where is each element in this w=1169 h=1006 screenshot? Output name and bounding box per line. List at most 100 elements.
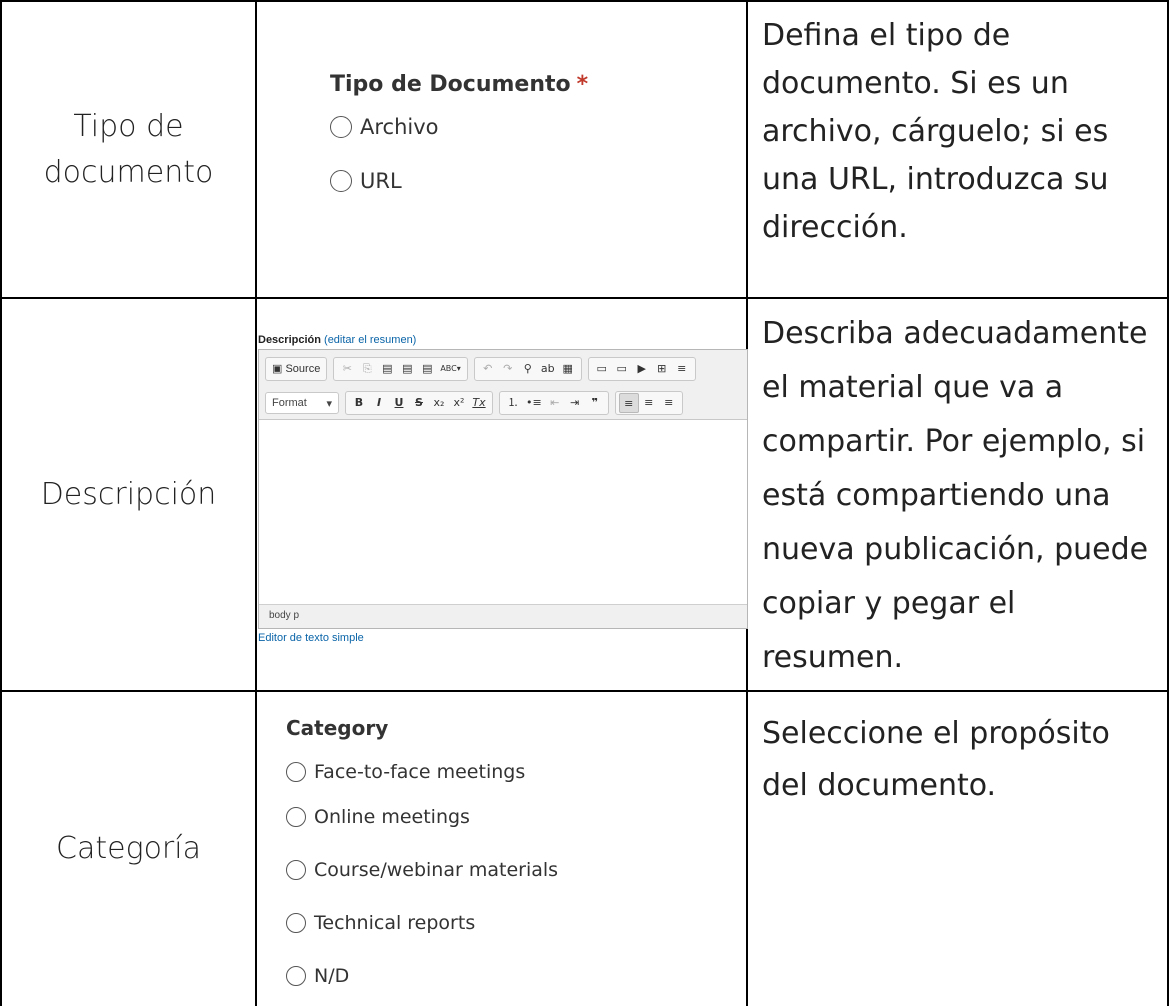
editor-label-text: Descripción bbox=[258, 334, 321, 346]
clipboard-group: ✂ ⎘ ▤ ▤ ▤ ABC▾ bbox=[333, 357, 468, 381]
radio-button[interactable] bbox=[286, 806, 306, 827]
category-form: Category Face-to-face meetings Online me… bbox=[286, 716, 558, 1002]
cut-icon[interactable]: ✂ bbox=[337, 359, 357, 379]
document-table: Tipo de documento Tipo de Documento * Arc… bbox=[0, 0, 1169, 1006]
radio-label: Archivo bbox=[360, 115, 439, 139]
required-mark: * bbox=[576, 72, 589, 97]
editor-content-area[interactable] bbox=[259, 420, 747, 604]
category-title: Category bbox=[286, 716, 389, 740]
numbered-list-icon[interactable]: ⒈ bbox=[503, 393, 523, 413]
bulleted-list-icon[interactable]: •≡ bbox=[523, 393, 545, 413]
column-divider-1 bbox=[255, 0, 257, 1006]
table-icon[interactable]: ⊞ bbox=[652, 359, 672, 379]
description-line: archivo, cárguelo; si es bbox=[762, 114, 1109, 149]
description-line: documento. Si es un bbox=[762, 66, 1069, 101]
edit-summary-link[interactable]: (editar el resumen) bbox=[324, 334, 416, 346]
italic-icon[interactable]: I bbox=[369, 393, 389, 413]
description-line: Seleccione el propósito bbox=[762, 716, 1110, 751]
category-option[interactable]: Face-to-face meetings bbox=[286, 754, 558, 790]
align-right-icon[interactable]: ≡ bbox=[659, 393, 679, 413]
list-group: ⒈ •≡ ⇤ ⇥ ❞ bbox=[499, 391, 609, 415]
editor-label: Descripción (editar el resumen) bbox=[258, 333, 748, 349]
radio-label: URL bbox=[360, 169, 402, 193]
description-line: una URL, introduzca su bbox=[762, 162, 1109, 197]
toolbar-row-1: ▣ Source ✂ ⎘ ▤ ▤ ▤ ABC▾ ↶ ↷ ⚲ ab ▦ ▭ ▭ ▶… bbox=[265, 354, 741, 384]
description-line: compartir. Por ejemplo, si bbox=[762, 424, 1146, 459]
toolbar-row-2: Format ▾ B I U S x₂ x² Tx ⒈ •≡ ⇤ ⇥ ❞ ≡ ≡… bbox=[265, 388, 741, 418]
radio-button[interactable] bbox=[330, 170, 352, 192]
row-description-tipo: Defina el tipo de documento. Si es un ar… bbox=[748, 2, 1167, 297]
element-path[interactable]: body p bbox=[269, 610, 299, 621]
radio-button[interactable] bbox=[286, 762, 306, 782]
radio-button[interactable] bbox=[286, 965, 306, 986]
youtube-icon[interactable]: ▶ bbox=[632, 359, 652, 379]
form-title-text: Tipo de Documento bbox=[330, 72, 571, 97]
description-line: Defina el tipo de bbox=[762, 18, 1011, 53]
radio-label: Online meetings bbox=[314, 805, 470, 828]
indent-icon[interactable]: ⇥ bbox=[565, 393, 585, 413]
description-line: dirección. bbox=[762, 210, 908, 245]
outdent-icon[interactable]: ⇤ bbox=[545, 393, 565, 413]
radio-option-url[interactable]: URL bbox=[330, 169, 588, 193]
row-label-line: Descripción bbox=[40, 476, 217, 512]
source-group: ▣ Source bbox=[265, 357, 328, 381]
strike-icon[interactable]: S bbox=[409, 393, 429, 413]
row-description-categoria: Seleccione el propósito del documento. bbox=[748, 692, 1167, 1006]
category-option[interactable]: Online meetings bbox=[286, 790, 558, 843]
superscript-icon[interactable]: x² bbox=[449, 393, 469, 413]
select-all-icon[interactable]: ▦ bbox=[558, 359, 578, 379]
row-label-descripcion: Descripción bbox=[2, 299, 255, 690]
tipo-documento-form: Tipo de Documento * Archivo URL bbox=[330, 72, 588, 193]
paste-text-icon[interactable]: ▤ bbox=[397, 359, 417, 379]
description-line: Describa adecuadamente bbox=[762, 316, 1148, 351]
undo-icon[interactable]: ↶ bbox=[478, 359, 498, 379]
radio-button[interactable] bbox=[330, 116, 352, 138]
radio-option-archivo[interactable]: Archivo bbox=[330, 115, 588, 139]
subscript-icon[interactable]: x₂ bbox=[429, 393, 449, 413]
underline-icon[interactable]: U bbox=[389, 393, 409, 413]
plain-text-editor-link[interactable]: Editor de texto simple bbox=[258, 632, 748, 644]
paste-icon[interactable]: ▤ bbox=[377, 359, 397, 379]
editor-box: ▣ Source ✂ ⎘ ▤ ▤ ▤ ABC▾ ↶ ↷ ⚲ ab ▦ ▭ ▭ ▶… bbox=[258, 349, 748, 629]
blockquote-icon[interactable]: ❞ bbox=[585, 393, 605, 413]
basic-styles-group: B I U S x₂ x² Tx bbox=[345, 391, 493, 415]
remove-format-icon[interactable]: Tx bbox=[469, 393, 489, 413]
image2-icon[interactable]: ▭ bbox=[612, 359, 632, 379]
row-label-line: Tipo de bbox=[73, 108, 184, 144]
chevron-down-icon: ▾ bbox=[326, 397, 332, 410]
row-label-line: documento bbox=[43, 154, 214, 190]
description-line: el material que va a bbox=[762, 370, 1064, 405]
description-line: está compartiendo una bbox=[762, 478, 1111, 513]
category-option[interactable]: Technical reports bbox=[286, 896, 558, 949]
description-line: del documento. bbox=[762, 768, 997, 803]
redo-icon[interactable]: ↷ bbox=[498, 359, 518, 379]
radio-button[interactable] bbox=[286, 912, 306, 933]
row-label-line: Categoría bbox=[56, 831, 201, 866]
description-line: nueva publicación, puede bbox=[762, 532, 1149, 567]
radio-button[interactable] bbox=[286, 859, 306, 880]
align-left-icon[interactable]: ≡ bbox=[618, 393, 639, 413]
format-select[interactable]: Format ▾ bbox=[265, 392, 339, 414]
image-icon[interactable]: ▭ bbox=[592, 359, 612, 379]
editor-toolbar: ▣ Source ✂ ⎘ ▤ ▤ ▤ ABC▾ ↶ ↷ ⚲ ab ▦ ▭ ▭ ▶… bbox=[259, 350, 747, 420]
horizontal-rule-icon[interactable]: ≡ bbox=[672, 359, 692, 379]
find-icon[interactable]: ⚲ bbox=[518, 359, 538, 379]
history-group: ↶ ↷ ⚲ ab ▦ bbox=[473, 357, 582, 381]
source-button[interactable]: ▣ Source bbox=[269, 359, 323, 379]
description-line: resumen. bbox=[762, 640, 904, 675]
bold-icon[interactable]: B bbox=[349, 393, 369, 413]
radio-label: Technical reports bbox=[314, 911, 476, 934]
category-option[interactable]: N/D bbox=[286, 949, 558, 1002]
editor-status-bar: body p bbox=[259, 604, 747, 628]
insert-group: ▭ ▭ ▶ ⊞ ≡ bbox=[587, 357, 696, 381]
row-description-descripcion: Describa adecuadamente el material que v… bbox=[748, 299, 1167, 690]
align-group: ≡ ≡ ≡ bbox=[614, 391, 683, 415]
paste-word-icon[interactable]: ▤ bbox=[417, 359, 437, 379]
copy-icon[interactable]: ⎘ bbox=[357, 359, 377, 379]
spellcheck-icon[interactable]: ABC▾ bbox=[437, 359, 463, 379]
replace-icon[interactable]: ab bbox=[538, 359, 558, 379]
align-center-icon[interactable]: ≡ bbox=[639, 393, 659, 413]
radio-label: N/D bbox=[314, 964, 350, 987]
category-option[interactable]: Course/webinar materials bbox=[286, 843, 558, 896]
form-title: Tipo de Documento * bbox=[330, 72, 588, 97]
